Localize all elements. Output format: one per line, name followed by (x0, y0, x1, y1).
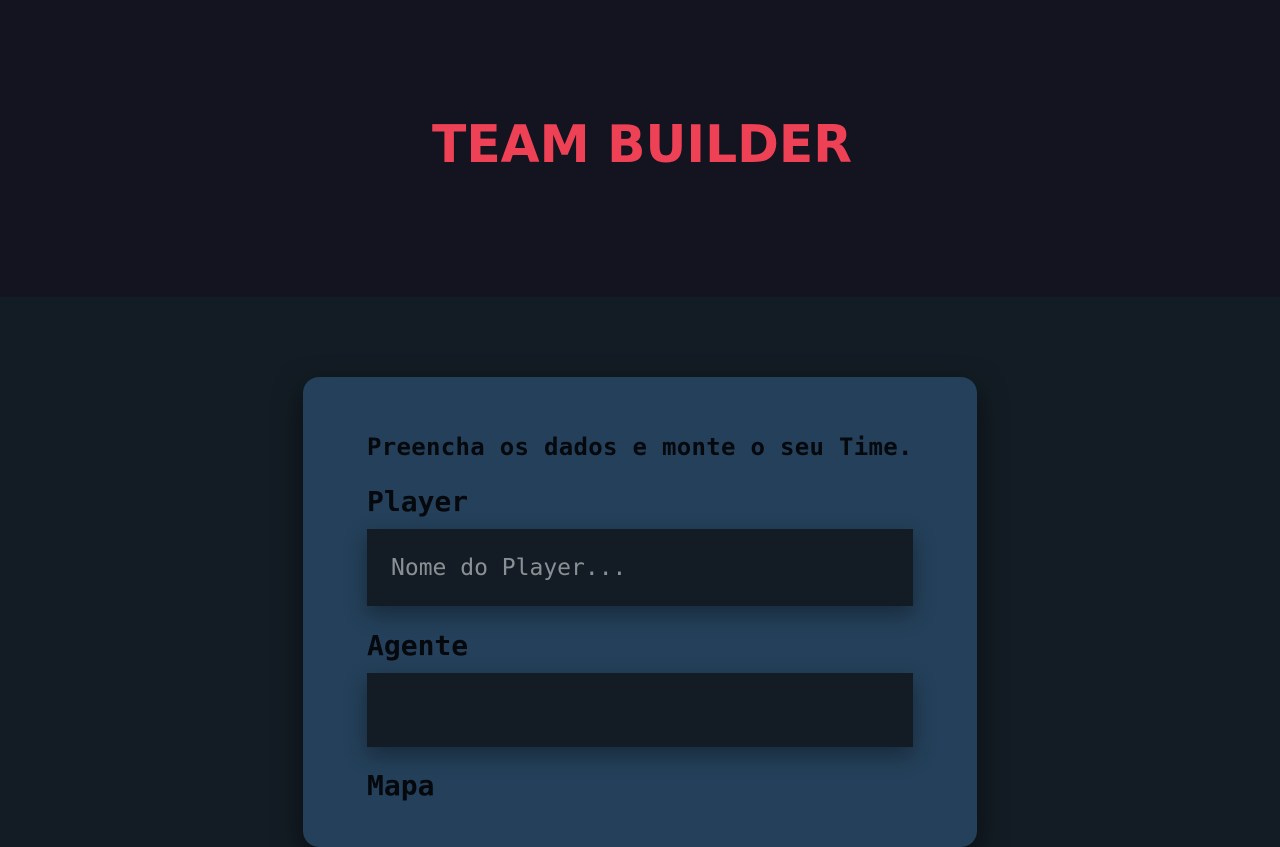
player-name-input[interactable] (367, 529, 913, 606)
logo-text: TEAM BUILDER (432, 118, 852, 166)
team-form-card: Preencha os dados e monte o seu Time. Pl… (303, 377, 977, 847)
map-label: Mapa (367, 769, 435, 802)
agent-label: Agente (367, 629, 469, 662)
form-intro-text: Preencha os dados e monte o seu Time. (367, 433, 913, 461)
team-builder-logo: TEAM BUILDER (430, 118, 854, 166)
agent-input[interactable] (367, 673, 913, 747)
app-header: TEAM BUILDER (0, 0, 1280, 297)
player-label: Player (367, 485, 469, 518)
logo-wordmark: TEAM BUILDER (432, 118, 852, 166)
